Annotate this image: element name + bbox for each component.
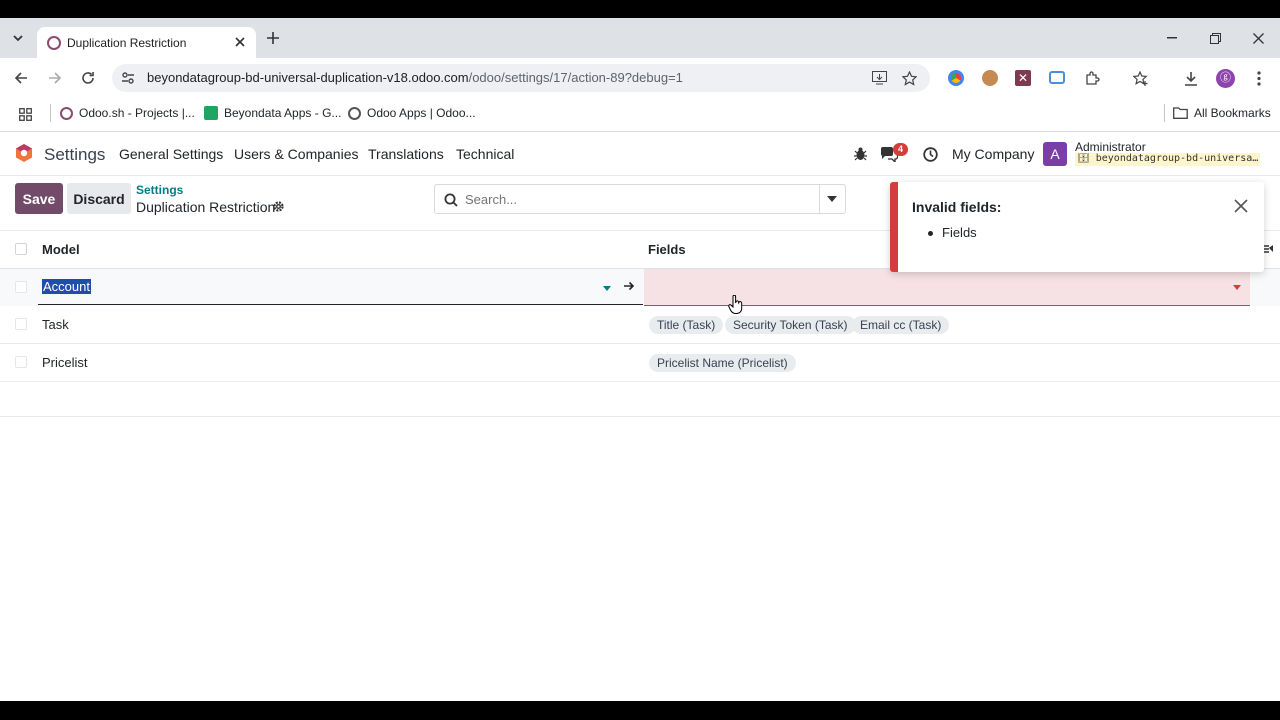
bookmarks-divider (50, 104, 51, 122)
model-input-value[interactable]: Account (42, 279, 91, 294)
invalid-fields-notification: Invalid fields: Fields (890, 182, 1264, 272)
field-tag: Title (Task) (649, 316, 724, 334)
hand-cursor-icon (728, 294, 744, 315)
breadcrumb-parent[interactable]: Settings (136, 183, 183, 197)
bookmark-star-icon[interactable] (900, 69, 918, 87)
restore-window-icon[interactable] (1206, 29, 1224, 47)
notification-item: Fields (942, 225, 977, 240)
sheets-favicon-icon (204, 106, 218, 120)
internal-link-arrow-icon[interactable] (622, 279, 636, 293)
row-checkbox[interactable] (15, 318, 27, 330)
model-cell: Pricelist (42, 355, 88, 370)
chat-count-badge: 4 (893, 143, 908, 156)
table-row[interactable] (0, 344, 1280, 382)
apps-grid-icon[interactable] (16, 105, 34, 123)
downloads-icon[interactable] (1182, 69, 1200, 87)
tab-title: Duplication Restriction (67, 36, 187, 50)
close-notification-icon[interactable] (1232, 197, 1250, 215)
folder-icon (1173, 107, 1188, 119)
bookmark-beyondata-apps[interactable]: Beyondata Apps - G... (204, 104, 341, 122)
notification-title: Invalid fields: (912, 199, 1002, 215)
table-row[interactable] (0, 306, 1280, 344)
gear-icon[interactable] (271, 199, 285, 213)
app-title[interactable]: Settings (44, 145, 105, 165)
row-checkbox[interactable] (15, 281, 27, 293)
bookmark-label: Odoo Apps | Odoo... (367, 106, 476, 120)
field-tag: Email cc (Task) (852, 316, 950, 334)
empty-row (0, 382, 1280, 417)
list-bullet (928, 231, 933, 236)
search-input[interactable] (465, 190, 815, 208)
search-toggle-caret-icon[interactable] (824, 191, 840, 207)
search-divider (819, 185, 820, 213)
search-bar[interactable] (434, 184, 846, 214)
dropdown-caret-icon[interactable] (1232, 282, 1242, 292)
menu-general-settings[interactable]: General Settings (119, 146, 223, 162)
url-path: /odoo/settings/17/action-89?debug=1 (468, 70, 683, 85)
database-name-text: beyondatagroup-bd-universa… (1095, 153, 1259, 164)
extension-monkey-icon[interactable] (982, 70, 998, 86)
new-tab-icon[interactable] (264, 29, 282, 47)
all-bookmarks-folder[interactable]: All Bookmarks (1173, 104, 1271, 122)
url-host: beyondatagroup-bd-universal-duplication-… (147, 70, 469, 85)
install-app-icon[interactable] (870, 69, 888, 87)
extension-x-icon[interactable]: ✕ (1015, 70, 1031, 86)
select-all-checkbox[interactable] (15, 243, 27, 255)
save-button[interactable]: Save (15, 183, 63, 214)
extension-color-icon[interactable] (948, 70, 964, 86)
bookmarks-divider (1164, 104, 1165, 122)
database-name: 🗄 beyondatagroup-bd-universa… (1075, 153, 1260, 166)
close-window-icon[interactable] (1249, 29, 1267, 47)
extensions-puzzle-icon[interactable] (1083, 69, 1101, 87)
breadcrumb-current: Duplication Restriction (136, 199, 276, 215)
discard-button[interactable]: Discard (67, 183, 131, 214)
company-switcher[interactable]: My Company (952, 146, 1034, 162)
field-tag: Security Token (Task) (725, 316, 856, 334)
column-header-model[interactable]: Model (42, 242, 80, 257)
bookmark-label: Beyondata Apps - G... (224, 106, 342, 120)
menu-translations[interactable]: Translations (368, 146, 444, 162)
site-settings-icon[interactable] (120, 70, 136, 86)
forward-arrow-icon[interactable] (46, 69, 64, 87)
odoo-favicon-icon (348, 106, 361, 120)
all-bookmarks-label: All Bookmarks (1194, 106, 1271, 120)
user-name[interactable]: Administrator (1075, 140, 1146, 154)
database-icon: 🗄 (1077, 153, 1090, 164)
tab-search-chevron-icon[interactable] (8, 28, 28, 48)
search-icon (443, 192, 459, 208)
dropdown-caret-icon[interactable] (602, 283, 612, 293)
bookmark-odoo-sh[interactable]: Odoo.sh - Projects |... (60, 104, 195, 122)
minimize-window-icon[interactable] (1163, 29, 1181, 47)
model-field-input[interactable]: Account (38, 274, 643, 305)
settings-app-logo-icon[interactable] (14, 143, 34, 163)
debug-bug-icon[interactable] (851, 145, 869, 163)
activity-clock-icon[interactable] (921, 145, 939, 163)
address-bar[interactable]: beyondatagroup-bd-universal-duplication-… (112, 64, 930, 92)
profile-avatar-icon[interactable]: ⓖ (1216, 69, 1235, 88)
column-header-fields[interactable]: Fields (648, 242, 686, 257)
model-cell: Task (42, 317, 69, 332)
bookmark-odoo-apps[interactable]: Odoo Apps | Odoo... (348, 104, 476, 122)
browser-tab[interactable]: Duplication Restriction (37, 27, 256, 59)
bookmark-label: Odoo.sh - Projects |... (79, 106, 195, 120)
reload-icon[interactable] (79, 69, 97, 87)
chrome-menu-icon[interactable] (1250, 69, 1268, 87)
odoo-favicon-icon (60, 106, 73, 120)
field-tag: Pricelist Name (Pricelist) (649, 354, 796, 372)
bookmarks-manager-icon[interactable] (1132, 69, 1150, 87)
menu-technical[interactable]: Technical (456, 146, 514, 162)
back-arrow-icon[interactable] (12, 69, 30, 87)
url-text: beyondatagroup-bd-universal-duplication-… (147, 70, 683, 85)
menu-users-companies[interactable]: Users & Companies (234, 146, 359, 162)
odoo-favicon-icon (47, 36, 61, 50)
extension-screen-icon[interactable] (1049, 71, 1065, 84)
row-checkbox[interactable] (15, 356, 27, 368)
user-avatar[interactable]: A (1043, 142, 1067, 166)
close-tab-icon[interactable] (231, 33, 249, 51)
